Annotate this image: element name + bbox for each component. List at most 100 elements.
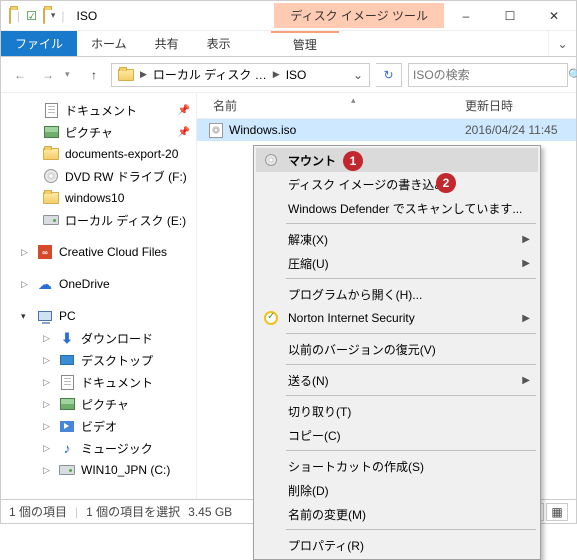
column-headers: 名前▴ 更新日時 [197,93,576,119]
expand-icon[interactable]: ▷ [43,421,53,432]
breadcrumb-folder-icon [118,69,134,81]
pin-icon: 📌 [178,105,190,116]
menu-item-norton[interactable]: Norton Internet Security ▶ [256,306,538,330]
menu-item-copy[interactable]: コピー(C) [256,423,538,447]
chevron-right-icon[interactable]: ▶ [271,69,282,80]
tab-file[interactable]: ファイル [1,31,77,56]
menu-item-defender[interactable]: Windows Defender でスキャンしています... [256,196,538,220]
collapse-icon[interactable]: ▾ [21,311,31,322]
minimize-button[interactable]: – [444,1,488,31]
back-button[interactable]: ← [9,64,31,86]
music-icon: ♪ [59,440,75,456]
context-tool-header: ディスク イメージ ツール [274,3,444,28]
submenu-arrow-icon: ▶ [522,313,530,324]
sidebar-item-documents[interactable]: ▷ ドキュメント [1,371,196,393]
submenu-arrow-icon: ▶ [522,375,530,386]
menu-item-cut[interactable]: 切り取り(T) [256,399,538,423]
menu-item-rename[interactable]: 名前の変更(M) [256,502,538,526]
expand-icon[interactable]: ▷ [43,333,53,344]
qat-checkbox-icon[interactable]: ☑ [26,9,37,23]
drive-icon [43,215,59,225]
download-icon: ⬇ [59,330,75,346]
sidebar-item-label: windows10 [65,191,124,205]
disc-icon [44,169,58,183]
menu-separator [286,278,536,279]
sidebar-item-drive[interactable]: ローカル ディスク (E:) [1,209,196,231]
window-title: ISO [73,9,255,23]
sidebar-item-label: ドキュメント [65,102,137,119]
menu-label: マウント [288,152,336,169]
search-input[interactable] [413,68,568,82]
expand-icon[interactable]: ▷ [43,465,53,476]
file-row[interactable]: Windows.iso 2016/04/24 11:45 [197,119,576,141]
sidebar-item-label: DVD RW ドライブ (F:) [65,168,187,185]
menu-item-properties[interactable]: プロパティ(R) [256,533,538,557]
sidebar-item-creative-cloud[interactable]: ▷∞Creative Cloud Files [1,241,196,263]
sidebar-item-documents[interactable]: ドキュメント 📌 [1,99,196,121]
menu-item-extract[interactable]: 解凍(X)▶ [256,227,538,251]
menu-item-open-with[interactable]: プログラムから開く(H)... [256,282,538,306]
breadcrumb-seg-2[interactable]: ISO [282,68,311,82]
up-button[interactable]: ↑ [83,64,105,86]
tab-home[interactable]: ホーム [77,31,141,56]
sidebar-item-label: ローカル ディスク (E:) [65,212,186,229]
menu-item-mount[interactable]: マウント [256,148,538,172]
sidebar-item-video[interactable]: ▷ビデオ [1,415,196,437]
breadcrumb-seg-1[interactable]: ローカル ディスク … [149,66,271,83]
sidebar-item-label: ピクチャ [65,124,113,141]
tab-share[interactable]: 共有 [141,31,193,56]
menu-item-delete[interactable]: 削除(D) [256,478,538,502]
sidebar-item-pc[interactable]: ▾ PC [1,305,196,327]
sidebar-item-desktop[interactable]: ▷デスクトップ [1,349,196,371]
sidebar-item-dvd[interactable]: DVD RW ドライブ (F:) [1,165,196,187]
qat-dropdown-icon[interactable]: ▾ [51,10,56,21]
history-dropdown[interactable]: ▾ [65,69,77,80]
qat-folder-icon[interactable] [43,9,45,23]
close-button[interactable]: ✕ [532,1,576,31]
expand-icon[interactable]: ▷ [21,247,31,258]
column-header-date[interactable]: 更新日時 [457,97,513,114]
sidebar-item-onedrive[interactable]: ▷☁OneDrive [1,273,196,295]
sidebar-item-downloads[interactable]: ▷⬇ダウンロード [1,327,196,349]
annotation-badge-2: 2 [436,173,456,193]
tab-view[interactable]: 表示 [193,31,245,56]
expand-icon[interactable]: ▷ [43,443,53,454]
sidebar-item-label: ミュージック [81,440,153,457]
expand-icon[interactable]: ▷ [43,355,53,366]
ribbon-expand-button[interactable]: ⌄ [548,31,576,56]
menu-item-send-to[interactable]: 送る(N) ▶ [256,368,538,392]
menu-item-compress[interactable]: 圧縮(U)▶ [256,251,538,275]
tab-manage[interactable]: 管理 [271,31,339,56]
sidebar-item-folder[interactable]: documents-export-20 [1,143,196,165]
sidebar-item-folder[interactable]: windows10 [1,187,196,209]
column-header-name[interactable]: 名前▴ [197,97,457,114]
expand-icon[interactable]: ▷ [21,279,31,290]
menu-separator [286,529,536,530]
expand-icon[interactable]: ▷ [43,377,53,388]
search-icon[interactable]: 🔍 [568,68,577,82]
menu-item-previous-versions[interactable]: 以前のバージョンの復元(V) [256,337,538,361]
sidebar-item-label: ドキュメント [81,374,153,391]
chevron-right-icon[interactable]: ▶ [138,69,149,80]
folder-icon [43,192,59,204]
sidebar-tree[interactable]: ドキュメント 📌 ピクチャ📌 documents-export-20 DVD RW… [1,93,197,499]
refresh-button[interactable]: ↻ [376,63,402,87]
expand-icon[interactable]: ▷ [43,399,53,410]
sidebar-item-drive-c[interactable]: ▷WIN10_JPN (C:) [1,459,196,481]
menu-label: Norton Internet Security [288,311,415,325]
menu-label: 送る(N) [288,372,329,389]
sidebar-item-pictures[interactable]: ピクチャ📌 [1,121,196,143]
maximize-button[interactable]: ☐ [488,1,532,31]
menu-item-create-shortcut[interactable]: ショートカットの作成(S) [256,454,538,478]
breadcrumb-dropdown[interactable]: ⌄ [349,68,367,82]
menu-item-burn[interactable]: ディスク イメージの書き込み [256,172,538,196]
sidebar-item-pictures[interactable]: ▷ピクチャ [1,393,196,415]
submenu-arrow-icon: ▶ [522,234,530,245]
menu-separator [286,395,536,396]
sidebar-item-label: PC [59,309,76,323]
breadcrumb[interactable]: ▶ ローカル ディスク … ▶ ISO ⌄ [111,63,370,87]
nav-bar: ← → ▾ ↑ ▶ ローカル ディスク … ▶ ISO ⌄ ↻ 🔍 [1,57,576,93]
sidebar-item-music[interactable]: ▷ ♪ ミュージック [1,437,196,459]
view-icons-button[interactable]: ▦ [546,503,568,521]
search-box[interactable]: 🔍 [408,63,568,87]
